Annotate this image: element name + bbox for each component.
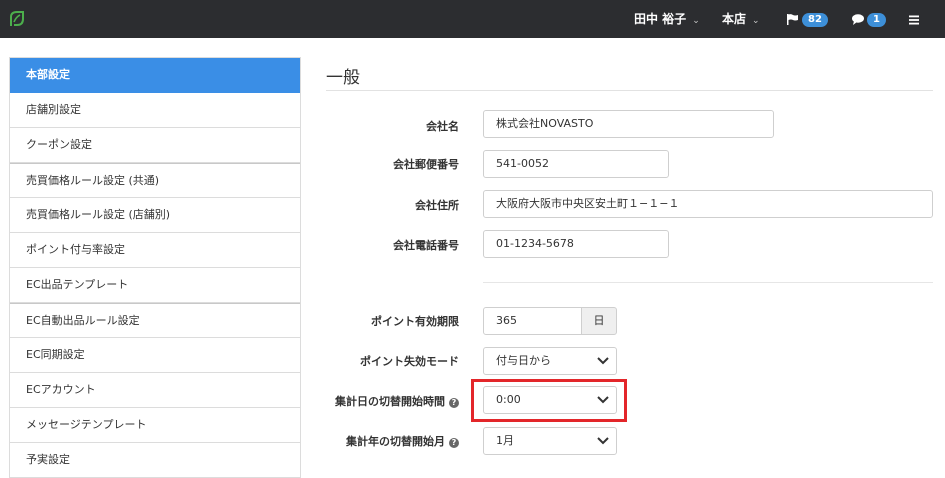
help-icon[interactable]: ? (449, 398, 459, 408)
point-expiry-mode-label: ポイント失効モード (360, 355, 459, 368)
messages-button[interactable]: 1 (852, 0, 886, 38)
flag-count-badge: 82 (802, 13, 828, 27)
settings-sidebar: 本部設定 店舗別設定 クーポン設定 売買価格ルール設定 (共通) 売買価格ルール… (9, 57, 301, 478)
phone-label: 会社電話番号 (393, 239, 459, 252)
sidebar-item-coupon-settings[interactable]: クーポン設定 (10, 128, 300, 163)
sidebar-item-store-settings[interactable]: 店舗別設定 (10, 93, 300, 128)
top-navbar: 田中 裕子 ⌄ 本店 ⌄ 82 1 (0, 0, 945, 38)
point-expiry-unit: 日 (581, 307, 617, 335)
yearly-switch-month-select[interactable]: 1月 (483, 427, 617, 455)
page-title: 一般 (326, 68, 360, 88)
chevron-down-icon (597, 357, 609, 365)
heading-divider (326, 90, 933, 91)
sidebar-item-hq-settings[interactable]: 本部設定 (10, 58, 300, 93)
company-name-input[interactable]: 株式会社NOVASTO (483, 110, 774, 138)
chevron-down-icon (597, 437, 609, 445)
sidebar-item-ec-account[interactable]: ECアカウント (10, 373, 300, 408)
highlight-box (471, 379, 627, 422)
flag-icon (787, 14, 798, 25)
user-menu[interactable]: 田中 裕子 ⌄ (634, 0, 700, 38)
menu-icon (909, 15, 919, 24)
sidebar-item-price-rules-store[interactable]: 売買価格ルール設定 (店舗別) (10, 198, 300, 233)
help-icon[interactable]: ? (449, 438, 459, 448)
point-expiry-mode-value: 付与日から (496, 354, 551, 367)
chevron-down-icon: ⌄ (692, 16, 700, 26)
yearly-switch-month-label: 集計年の切替開始月? (346, 433, 459, 449)
yearly-switch-month-label-text: 集計年の切替開始月 (346, 435, 445, 448)
address-input[interactable]: 大阪府大阪市中央区安土町１−１−１ (483, 190, 933, 218)
comment-icon (852, 14, 864, 25)
sidebar-item-budget-actual[interactable]: 予実設定 (10, 443, 300, 478)
address-label: 会社住所 (415, 199, 459, 212)
postal-code-label: 会社郵便番号 (393, 158, 459, 171)
sidebar-item-point-rate[interactable]: ポイント付与率設定 (10, 233, 300, 268)
sidebar-item-price-rules-common[interactable]: 売買価格ルール設定 (共通) (10, 163, 300, 198)
message-count-badge: 1 (867, 13, 886, 27)
company-name-label: 会社名 (426, 120, 459, 133)
form-divider (483, 282, 933, 283)
store-name: 本店 (722, 12, 747, 26)
hamburger-menu-button[interactable] (909, 0, 919, 38)
sidebar-item-ec-auto-listing[interactable]: EC自動出品ルール設定 (10, 303, 300, 338)
sidebar-item-message-template[interactable]: メッセージテンプレート (10, 408, 300, 443)
chevron-down-icon: ⌄ (752, 16, 760, 26)
leaf-logo-icon[interactable] (9, 10, 25, 28)
store-menu[interactable]: 本店 ⌄ (722, 0, 760, 38)
sidebar-item-ec-template[interactable]: EC出品テンプレート (10, 268, 300, 303)
point-expiry-input[interactable]: 365 (483, 307, 582, 335)
yearly-switch-month-value: 1月 (496, 434, 514, 447)
daily-switch-time-label-text: 集計日の切替開始時間 (335, 395, 445, 408)
point-expiry-mode-select[interactable]: 付与日から (483, 347, 617, 375)
notifications-button[interactable]: 82 (787, 0, 828, 38)
postal-code-input[interactable]: 541-0052 (483, 150, 669, 178)
point-expiry-label: ポイント有効期限 (371, 315, 459, 328)
daily-switch-time-label: 集計日の切替開始時間? (335, 393, 459, 409)
phone-input[interactable]: 01-1234-5678 (483, 230, 669, 258)
user-name: 田中 裕子 (634, 12, 687, 26)
sidebar-item-ec-sync[interactable]: EC同期設定 (10, 338, 300, 373)
